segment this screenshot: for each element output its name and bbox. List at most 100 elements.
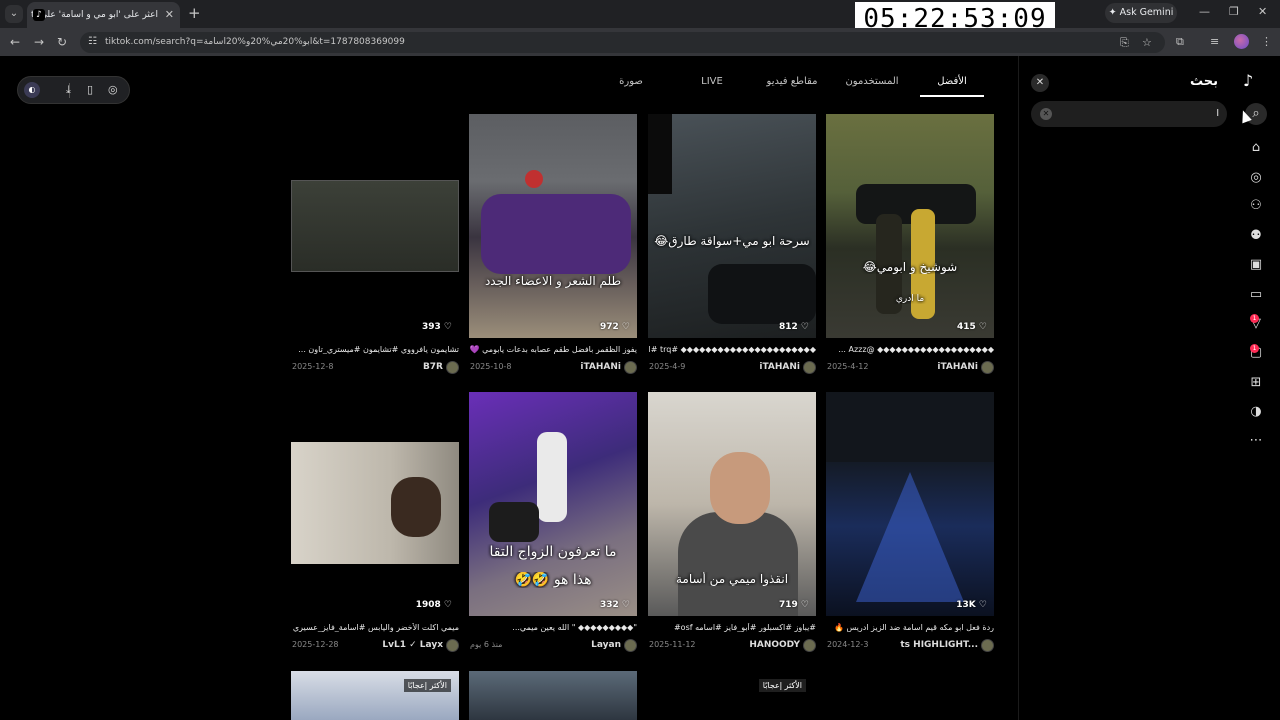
video-date: 2025-11-12 xyxy=(649,640,696,649)
compass-icon[interactable]: ◎ xyxy=(1245,167,1267,189)
author-name[interactable]: iTAHANi xyxy=(759,362,800,372)
avatar[interactable] xyxy=(981,361,994,374)
video-thumbnail[interactable]: 1908 ♡ xyxy=(291,392,459,616)
tab-search-menu-icon[interactable]: ⌄ xyxy=(5,5,23,23)
live-icon[interactable]: ▣ xyxy=(1245,254,1267,276)
avatar[interactable] xyxy=(624,361,637,374)
video-caption[interactable]: #يباوز #اكسبلور #أبو_فايز #اسامه osf# xyxy=(648,623,816,632)
ask-gemini-button[interactable]: ✦ Ask Gemini xyxy=(1105,3,1177,23)
install-app-icon[interactable]: ⎘ xyxy=(1120,36,1129,50)
clear-search-icon[interactable]: ✕ xyxy=(1040,108,1052,120)
media-controls-icon[interactable]: ≡ xyxy=(1210,35,1219,48)
like-count-value: 13K xyxy=(956,600,976,610)
video-thumbnail[interactable]: 393 ♡ xyxy=(291,114,459,338)
video-caption[interactable]: ◆◆◆◆◆◆◆◆◆◆◆◆◆◆◆◆◆◆◆◆◆◆ #trq #ابومي ... xyxy=(648,345,816,354)
tiktok-favicon-icon: ♪ xyxy=(33,9,45,21)
video-caption[interactable]: ميمي اكلت الأخضر واليابس #اسامة_فايز_عسي… xyxy=(291,623,459,632)
heart-icon: ♡ xyxy=(800,322,809,332)
new-tab-icon[interactable]: + xyxy=(188,4,201,22)
url-text[interactable]: tiktok.com/search?q=ابو%20مي%20و%20اسامة… xyxy=(105,32,405,53)
extension-logo-icon[interactable]: ◐ xyxy=(24,82,40,98)
video-thumbnail[interactable] xyxy=(469,671,637,720)
inbox-badge: 1 xyxy=(1250,314,1259,323)
browser-tab-bar: ⌄ ♪ اعثر على 'ابو مي و اسامة' على ti ✕ +… xyxy=(0,0,1280,28)
tiktok-icon[interactable]: ♪ xyxy=(1243,71,1253,90)
search-input[interactable] xyxy=(1057,104,1219,124)
author-name[interactable]: B7R xyxy=(423,362,443,372)
video-thumbnail[interactable]: سرحة ابو مي+سواقة طارق😂 812 ♡ xyxy=(648,114,816,338)
avatar[interactable] xyxy=(803,361,816,374)
omnibox[interactable]: ☷ tiktok.com/search?q=ابو%20مي%20و%20اسا… xyxy=(80,32,1165,53)
video-meta: 2025-10-8 iTAHANi xyxy=(469,361,637,374)
like-count-value: 332 xyxy=(599,600,619,610)
more-icon[interactable]: ⋯ xyxy=(1245,430,1267,452)
author-name[interactable]: iTAHANi xyxy=(580,362,621,372)
site-info-icon[interactable]: ☷ xyxy=(88,36,97,47)
video-thumbnail[interactable]: الأكثر إعجابًا xyxy=(291,671,459,720)
video-thumbnail[interactable]: ما تعرفون الزواج التقا هذا هو 🤣🤣 332 ♡ xyxy=(469,392,637,616)
tab-top[interactable]: الأفضل xyxy=(920,76,984,96)
heart-icon: ♡ xyxy=(978,322,987,332)
avatar[interactable] xyxy=(981,639,994,652)
tab-close-icon[interactable]: ✕ xyxy=(165,2,174,28)
author-name[interactable]: iTAHANi xyxy=(937,362,978,372)
tab-photos[interactable]: صورة xyxy=(607,76,655,96)
video-caption[interactable]: تشايمون يافرووي #تشايمون #ميستري_تاون ..… xyxy=(291,345,459,354)
video-overlay-text: ما تعرفون الزواج التقا xyxy=(489,544,617,560)
compass-small-icon[interactable]: ◎ xyxy=(108,77,118,103)
tab-users[interactable]: المستخدمون xyxy=(836,76,908,96)
video-thumbnail[interactable]: 13K ♡ xyxy=(826,392,994,616)
minimize-icon[interactable]: — xyxy=(1199,5,1210,18)
video-thumbnail[interactable]: انقذوا ميمي من أسامة 719 ♡ xyxy=(648,392,816,616)
profile-icon[interactable]: ◑ xyxy=(1245,401,1267,423)
like-count-value: 812 xyxy=(778,322,798,332)
author-name[interactable]: Layan xyxy=(591,640,621,650)
video-overlay-text: هذا هو 🤣🤣 xyxy=(514,572,592,588)
video-thumbnail[interactable]: الأكثر إعجابًا xyxy=(648,671,816,720)
upload-icon[interactable]: ⊞ xyxy=(1245,372,1267,394)
restore-icon[interactable]: ❐ xyxy=(1229,5,1239,18)
phone-icon[interactable]: ▯ xyxy=(87,77,93,103)
window-close-icon[interactable]: ✕ xyxy=(1258,5,1267,18)
bookmark-star-icon[interactable]: ☆ xyxy=(1142,36,1152,49)
video-meta: 2024-12-3 ts HIGHLIGHT... xyxy=(826,639,994,652)
search-box[interactable]: ✕ xyxy=(1031,101,1227,127)
avatar[interactable] xyxy=(624,639,637,652)
person-shape xyxy=(537,432,567,522)
author-name[interactable]: HANOODY xyxy=(749,640,800,650)
tab-videos[interactable]: مقاطع فيديو xyxy=(756,76,828,96)
home-icon[interactable]: ⌂ xyxy=(1245,137,1267,159)
back-icon[interactable]: ← xyxy=(10,35,20,49)
avatar[interactable] xyxy=(446,361,459,374)
tab-live[interactable]: LIVE xyxy=(688,76,736,96)
most-liked-badge: الأكثر إعجابًا xyxy=(403,679,451,692)
forward-icon[interactable]: → xyxy=(34,35,44,49)
author-name[interactable]: LvL1 ✓ Layx xyxy=(382,640,443,650)
video-caption[interactable]: يفوز الظقمر بافضل طقم عصابه بدعات يابومي… xyxy=(469,345,637,354)
person-shape xyxy=(489,502,539,542)
reload-icon[interactable]: ↻ xyxy=(57,35,67,49)
tv-icon[interactable]: ▭ xyxy=(1245,284,1267,306)
video-thumbnail[interactable]: طلم الشعر و الاعضاء الجدد 972 ♡ xyxy=(469,114,637,338)
author-name[interactable]: ts HIGHLIGHT... xyxy=(900,640,978,650)
extensions-icon[interactable]: ⧉ xyxy=(1176,35,1184,49)
heart-icon: ♡ xyxy=(978,600,987,610)
frame-edge xyxy=(648,114,672,194)
chrome-menu-icon[interactable]: ⋮ xyxy=(1261,35,1272,48)
video-date: 2025-4-9 xyxy=(649,362,686,371)
close-icon[interactable]: ✕ xyxy=(1031,74,1049,92)
video-caption[interactable]: ◆◆◆◆◆◆◆◆◆◆◆◆◆◆◆◆◆◆◆ @Azzz ... xyxy=(826,345,994,354)
like-count-value: 719 xyxy=(778,600,798,610)
video-caption[interactable]: ردة فعل ابو مكه قيم اسامة ضد الزيز ادريس… xyxy=(826,623,994,632)
heart-icon: ♡ xyxy=(443,600,452,610)
video-date: 2025-12-28 xyxy=(292,640,339,649)
follow-icon[interactable]: ⚇ xyxy=(1245,195,1267,217)
download-icon[interactable]: ⤓ xyxy=(66,77,71,103)
avatar[interactable] xyxy=(446,639,459,652)
video-thumbnail[interactable]: شوشيخ و ابومي😂 ما ادري 415 ♡ xyxy=(826,114,994,338)
video-caption[interactable]: "◆◆◆◆◆◆◆◆◆ " الله يعين ميمي... xyxy=(469,623,637,632)
browser-tab[interactable]: ♪ اعثر على 'ابو مي و اسامة' على ti ✕ xyxy=(27,2,180,28)
friends-icon[interactable]: ⚉ xyxy=(1245,225,1267,247)
avatar[interactable] xyxy=(803,639,816,652)
profile-avatar[interactable] xyxy=(1234,34,1249,49)
